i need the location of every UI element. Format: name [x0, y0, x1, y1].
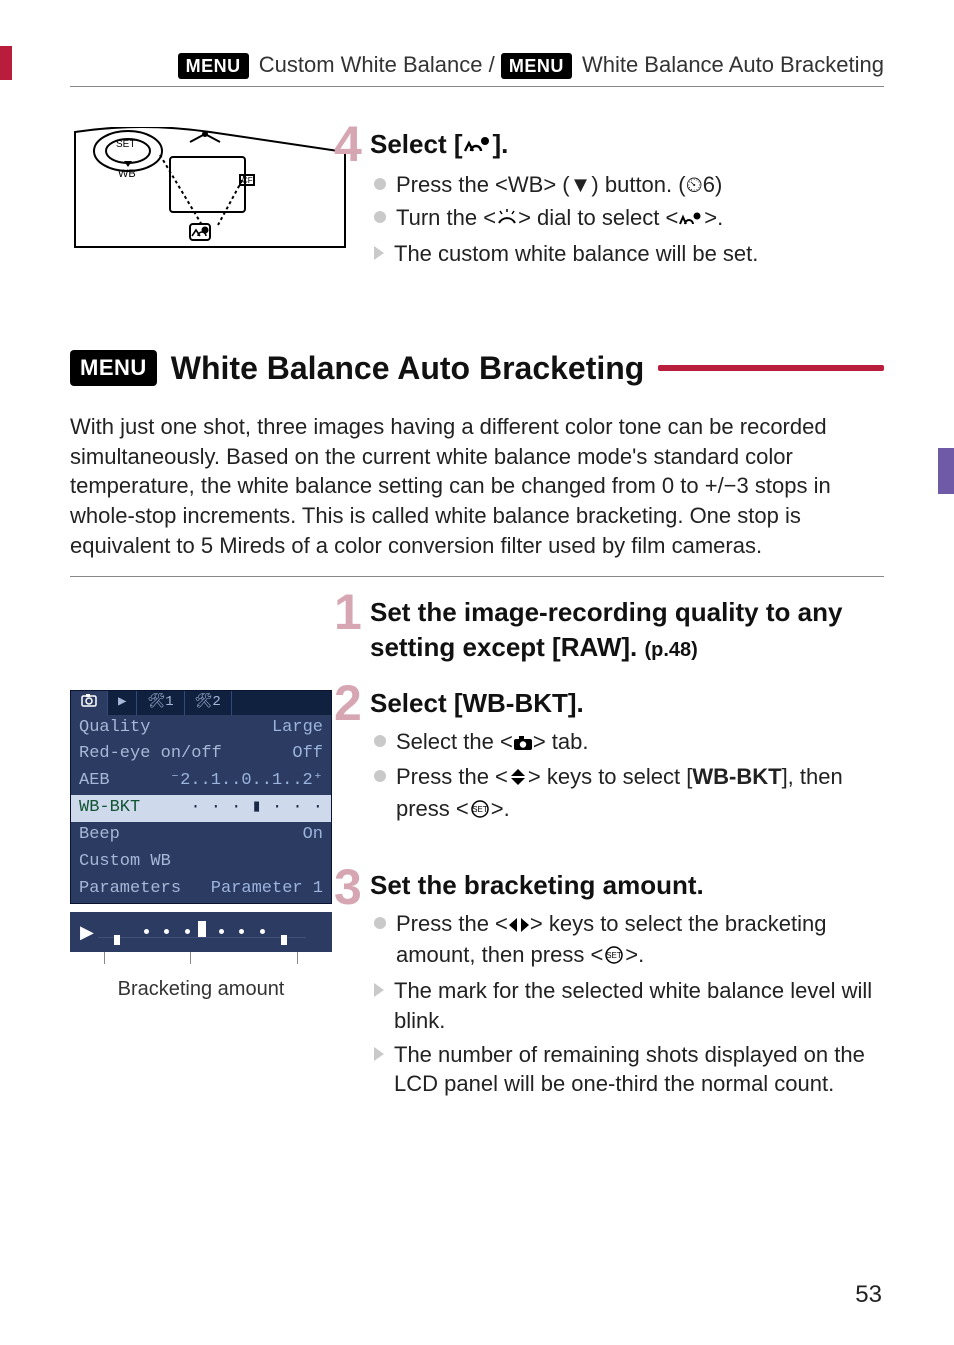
header-text-2: White Balance Auto Bracketing [576, 52, 884, 77]
wb-label: WB [508, 172, 543, 197]
wb-bkt-bold: WB-BKT [692, 764, 781, 789]
custom-wb-icon [678, 205, 704, 235]
lcd-menu-illustration: ▶ 🛠1 🛠2 QualityLargeRed-eye on/offOffAEB… [70, 690, 332, 905]
play-icon: ▶ [80, 920, 94, 944]
divider [70, 576, 884, 577]
custom-wb-icon [463, 129, 493, 164]
svg-text:WB: WB [118, 168, 136, 180]
section-color-tab [938, 448, 954, 494]
camera-top-illustration: SET WB CF [70, 127, 350, 287]
step-1-title: Set the image-recording quality to any s… [370, 595, 884, 665]
lcd-row: BeepOn [71, 822, 331, 849]
section-title: White Balance Auto Bracketing [171, 347, 645, 390]
menu-pill: MENU [501, 53, 572, 79]
svg-text:SET: SET [472, 805, 488, 814]
step-2-bullet-2: Press the <> keys to select [WB-BKT], th… [374, 762, 884, 825]
step-2-title: Select [WB-BKT]. [370, 686, 884, 721]
lcd-tab-setup2: 🛠2 [185, 691, 232, 715]
camera-tab-icon [513, 729, 533, 759]
lcd-row: WB-BKT· · · ▮ · · · [71, 795, 331, 822]
menu-pill: MENU [70, 350, 157, 386]
up-down-keys-icon [508, 764, 528, 794]
step-4-bullet-1: Press the <WB> (▼) button. (⏲6) [374, 170, 884, 200]
step-2-bullet-1: Select the <> tab. [374, 727, 884, 759]
step-number-2: 2 [334, 678, 362, 728]
bracketing-scale-illustration: ▶ [70, 912, 332, 952]
bracketing-amount-caption: Bracketing amount [70, 952, 332, 1003]
section-rule [658, 365, 884, 371]
left-right-keys-icon [508, 911, 530, 941]
down-triangle-icon: ▼ [570, 172, 592, 197]
step-number-4: 4 [334, 119, 362, 169]
section-heading: MENU White Balance Auto Bracketing [70, 347, 884, 390]
lcd-row: ParametersParameter 1 [71, 876, 331, 903]
header-text-1: Custom White Balance / [253, 52, 501, 77]
bracket-caption-wrap: Bracketing amount [70, 952, 332, 1003]
header-red-tab [0, 46, 12, 80]
menu-pill: MENU [178, 53, 249, 79]
set-button-icon: SET [603, 942, 625, 972]
step-4-row: SET WB CF [70, 127, 884, 287]
step-1-row: 1 Set the image-recording quality to any… [70, 595, 884, 671]
lcd-tab-shoot [71, 691, 108, 715]
intro-paragraph: With just one shot, three images having … [70, 412, 884, 560]
svg-text:SET: SET [607, 951, 623, 960]
step-2-row: ▶ 🛠1 🛠2 QualityLargeRed-eye on/offOffAEB… [70, 686, 884, 1103]
lcd-row: QualityLarge [71, 715, 331, 742]
step-3-title: Set the bracketing amount. [370, 868, 884, 903]
page-number: 53 [855, 1279, 882, 1311]
step-4-bullet-2: Turn the <> dial to select <>. [374, 203, 884, 235]
svg-text:SET: SET [116, 139, 135, 150]
step-3-bullet-2: The mark for the selected white balance … [374, 976, 884, 1035]
lcd-row: Red-eye on/offOff [71, 741, 331, 768]
main-dial-icon [496, 205, 518, 235]
step-4-title: Select []. [370, 127, 884, 164]
step-number-3: 3 [334, 862, 362, 912]
page-header: MENU Custom White Balance / MENU White B… [70, 50, 884, 87]
lcd-row: AEB⁻2..1..0..1..2⁺ [71, 768, 331, 795]
step-4-bullet-3: The custom white balance will be set. [374, 239, 884, 269]
step-number-1: 1 [334, 587, 362, 637]
step-3-bullet-1: Press the <> keys to select the bracketi… [374, 909, 884, 972]
timer-icon: ⏲6 [686, 172, 715, 197]
step-3-bullet-3: The number of remaining shots displayed … [374, 1040, 884, 1099]
lcd-tab-play: ▶ [108, 691, 137, 715]
lcd-row: Custom WB [71, 849, 331, 876]
lcd-tab-setup1: 🛠1 [137, 691, 184, 715]
set-button-icon: SET [469, 796, 491, 826]
page-ref: (p.48) [644, 639, 697, 661]
